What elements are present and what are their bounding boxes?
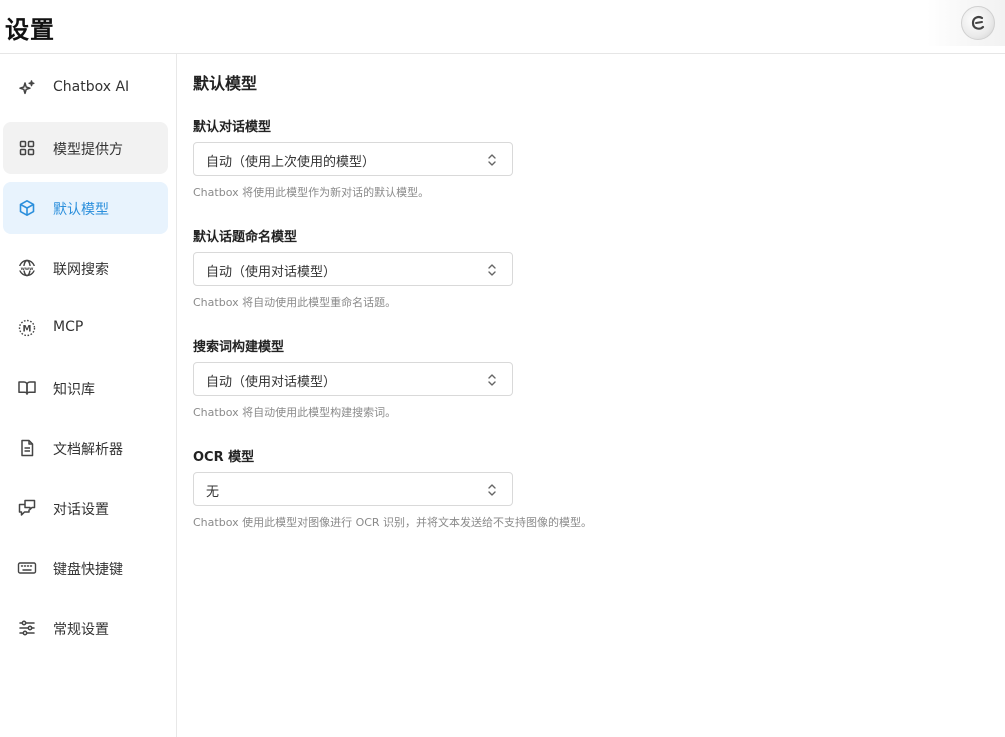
select-value: 无 <box>206 485 220 500</box>
sidebar-item-chat-settings[interactable]: 对话设置 <box>3 482 168 534</box>
chatbox-logo-icon[interactable] <box>961 6 995 40</box>
svg-text:www: www <box>21 267 34 272</box>
book-icon <box>17 378 37 398</box>
sidebar-item-label: MCP <box>53 319 84 335</box>
sidebar-item-mcp[interactable]: M MCP <box>3 302 168 354</box>
topic-naming-model-select[interactable]: 自动（使用对话模型） <box>193 252 513 286</box>
default-chat-model-label: 默认对话模型 <box>193 120 272 135</box>
cube-icon <box>17 198 37 218</box>
sidebar-item-knowledge-base[interactable]: 知识库 <box>3 362 168 414</box>
default-chat-model-select[interactable]: 自动（使用上次使用的模型） <box>193 142 513 176</box>
sidebar-item-default-model[interactable]: 默认模型 <box>3 182 168 234</box>
sidebar-item-label: Chatbox AI <box>53 79 130 95</box>
sidebar-item-label: 常规设置 <box>53 622 109 638</box>
sliders-icon <box>17 618 37 638</box>
sidebar-item-label: 默认模型 <box>53 202 109 218</box>
document-icon <box>17 438 37 458</box>
topic-naming-model-label: 默认话题命名模型 <box>193 230 298 245</box>
ocr-model-hint: Chatbox 使用此模型对图像进行 OCR 识别，并将文本发送给不支持图像的模… <box>193 516 593 529</box>
chat-bubbles-icon <box>17 498 37 518</box>
sidebar-item-general-settings[interactable]: 常规设置 <box>3 602 168 654</box>
topic-naming-model-hint: Chatbox 将自动使用此模型重命名话题。 <box>193 296 397 309</box>
sidebar-item-model-provider[interactable]: 模型提供方 <box>3 122 168 174</box>
select-value: 自动（使用上次使用的模型） <box>206 155 376 170</box>
svg-text:M: M <box>23 324 32 334</box>
www-globe-icon: www <box>17 258 37 278</box>
search-query-model-hint: Chatbox 将自动使用此模型构建搜索词。 <box>193 406 397 419</box>
sidebar-item-web-search[interactable]: www 联网搜索 <box>3 242 168 294</box>
sidebar-item-label: 文档解析器 <box>53 442 123 458</box>
select-value: 自动（使用对话模型） <box>206 375 337 390</box>
search-query-model-select[interactable]: 自动（使用对话模型） <box>193 362 513 396</box>
chevron-up-down-icon <box>486 262 498 278</box>
select-value: 自动（使用对话模型） <box>206 265 337 280</box>
default-chat-model-hint: Chatbox 将使用此模型作为新对话的默认模型。 <box>193 186 430 199</box>
chevron-up-down-icon <box>486 372 498 388</box>
keyboard-icon <box>17 558 37 578</box>
sidebar-item-keyboard-shortcuts[interactable]: 键盘快捷键 <box>3 542 168 594</box>
sidebar-item-label: 对话设置 <box>53 502 109 518</box>
chevron-up-down-icon <box>486 152 498 168</box>
grid-icon <box>17 138 37 158</box>
chevron-up-down-icon <box>486 482 498 498</box>
sidebar-item-chatbox-ai[interactable]: Chatbox AI <box>3 62 168 114</box>
sidebar-item-label: 模型提供方 <box>53 142 123 158</box>
header: 设置 <box>0 0 1005 54</box>
sidebar-item-document-parser[interactable]: 文档解析器 <box>3 422 168 474</box>
logo-container <box>927 0 1005 46</box>
sidebar-item-label: 联网搜索 <box>53 262 109 278</box>
mcp-icon: M <box>17 318 37 338</box>
sidebar: Chatbox AI 模型提供方 默认模型 www 联网搜索 M MCP 知识库… <box>0 54 177 737</box>
sidebar-item-label: 键盘快捷键 <box>53 562 123 578</box>
search-query-model-label: 搜索词构建模型 <box>193 340 285 355</box>
page-title: 设置 <box>5 16 55 44</box>
sidebar-item-label: 知识库 <box>53 382 95 398</box>
sparkles-icon <box>17 78 37 98</box>
ocr-model-label: OCR 模型 <box>193 450 255 465</box>
main-content: 默认模型 默认对话模型 自动（使用上次使用的模型） Chatbox 将使用此模型… <box>193 54 993 737</box>
section-title: 默认模型 <box>193 74 258 93</box>
ocr-model-select[interactable]: 无 <box>193 472 513 506</box>
